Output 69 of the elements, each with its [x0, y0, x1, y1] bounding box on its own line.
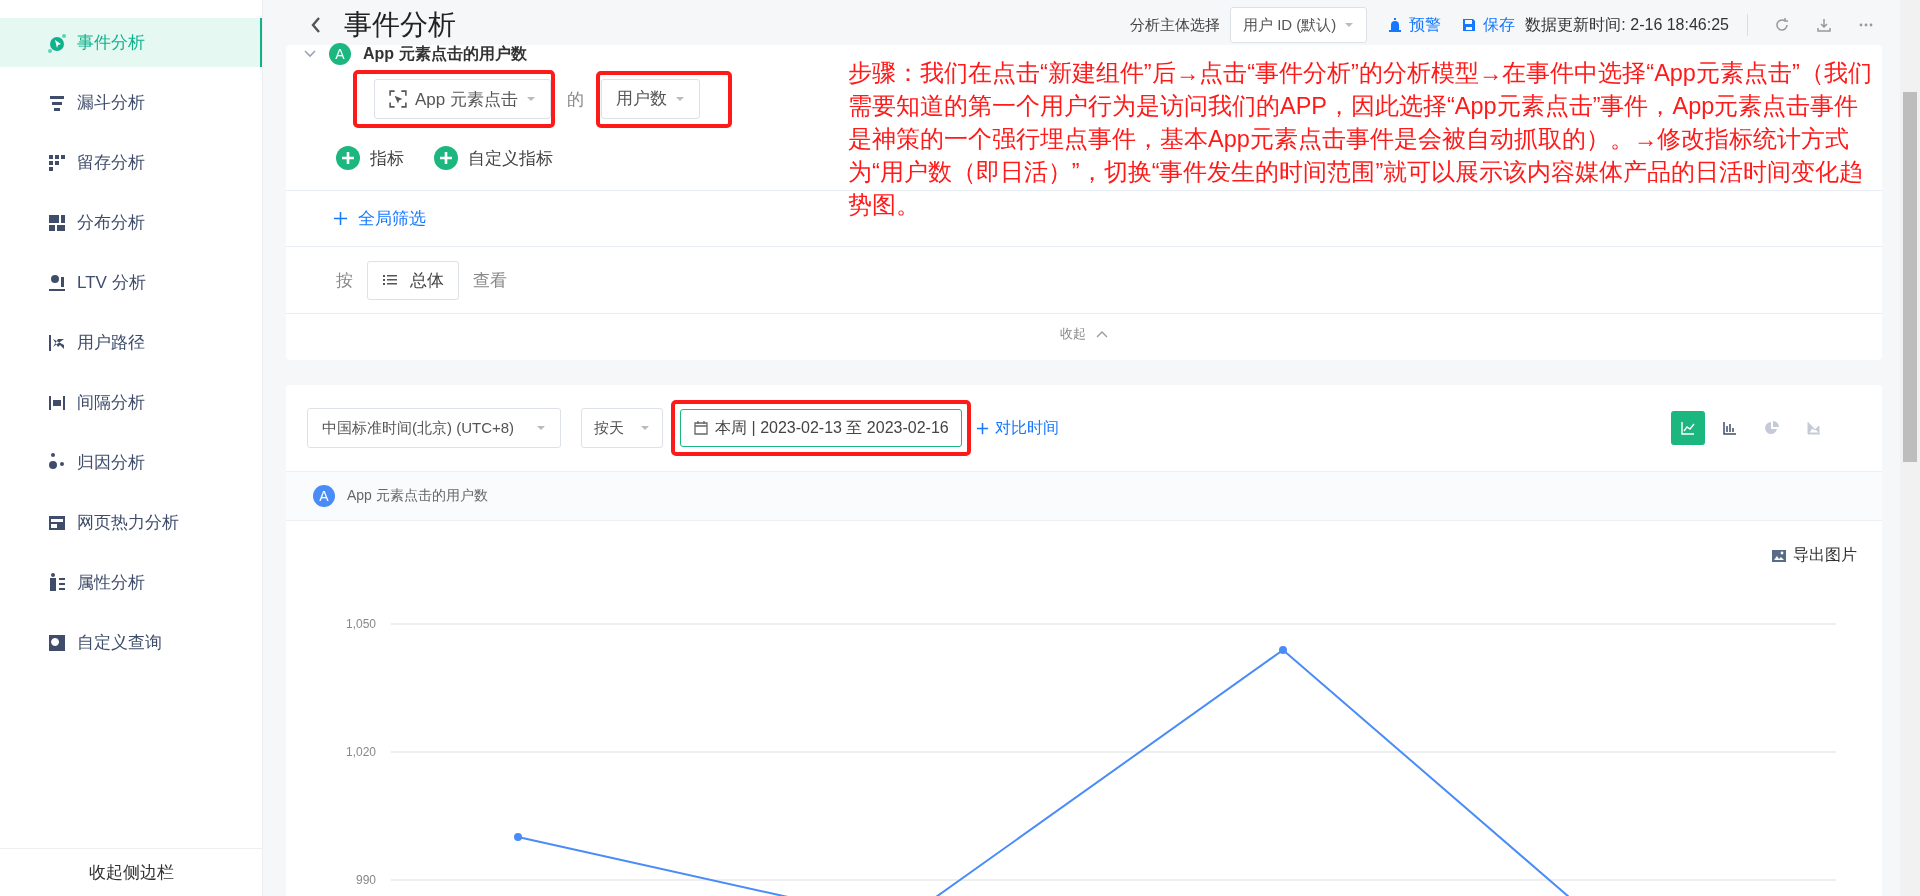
group-suffix: 查看: [473, 269, 507, 292]
download-icon[interactable]: [1816, 17, 1832, 33]
subject-select[interactable]: 用户 ID (默认): [1230, 7, 1368, 43]
caret-icon: [536, 425, 547, 431]
caret-icon: [1344, 22, 1355, 28]
timezone-select[interactable]: 中国标准时间(北京) (UTC+8): [307, 408, 562, 448]
series-label: App 元素点击的用户数: [347, 487, 488, 505]
global-filter-button[interactable]: 全局筛选: [333, 207, 426, 230]
caret-icon: [526, 96, 536, 102]
bar-chart-icon: [1722, 420, 1738, 436]
group-select[interactable]: 总体: [367, 260, 459, 300]
of-label: 的: [567, 88, 584, 111]
sidebar-item[interactable]: 间隔分析: [0, 378, 262, 427]
sidebar-item[interactable]: LTV 分析: [0, 258, 262, 307]
axis-label: 1,050: [345, 617, 376, 631]
collapse-sidebar-button[interactable]: 收起侧边栏: [0, 848, 262, 896]
line-chart-icon: [1680, 420, 1696, 436]
list-icon: [382, 272, 398, 288]
data-point: [1279, 646, 1287, 654]
refresh-icon[interactable]: [1774, 17, 1790, 33]
sidebar-item[interactable]: 自定义查询: [0, 618, 262, 667]
alarm-light-icon: [1387, 17, 1404, 33]
granularity-select[interactable]: 按天: [581, 408, 664, 448]
cursor-icon: [47, 32, 67, 53]
measure-select[interactable]: 用户数: [601, 78, 700, 119]
sidebar-item[interactable]: 用户路径: [0, 318, 262, 367]
area-chart-icon: [1806, 420, 1822, 436]
scrollbar[interactable]: [1900, 0, 1920, 896]
caret-icon: [640, 425, 651, 431]
update-time: 数据更新时间: 2-16 18:46:25: [1525, 14, 1729, 35]
plus-icon: [333, 211, 348, 226]
save-button[interactable]: 保存: [1461, 14, 1516, 36]
data-point: [514, 833, 522, 841]
collapse-button[interactable]: 收起: [1060, 325, 1108, 343]
image-icon: [1771, 547, 1787, 564]
save-icon: [1461, 17, 1478, 33]
sidebar-item[interactable]: 属性分析: [0, 558, 262, 607]
plus-icon: [974, 420, 990, 436]
add-metric-button[interactable]: 自定义指标: [434, 146, 553, 170]
sidebar-item[interactable]: 归因分析: [0, 438, 262, 487]
sidebar-item[interactable]: 漏斗分析: [0, 78, 262, 127]
chevron-up-icon: [1096, 330, 1108, 338]
line-chart-button[interactable]: [1671, 411, 1705, 445]
axis-label: 1,020: [345, 745, 376, 759]
axis-label: 990: [355, 873, 376, 887]
alert-button[interactable]: 预警: [1387, 14, 1442, 36]
subject-label: 分析主体选择: [1130, 15, 1221, 35]
add-metric-button[interactable]: 指标: [336, 146, 404, 170]
sidebar-item[interactable]: 分布分析: [0, 198, 262, 247]
pie-chart-icon: [1764, 420, 1780, 436]
cursor-icon: [389, 90, 407, 108]
chevron-down-icon[interactable]: [303, 49, 317, 59]
compare-time-button[interactable]: 对比时间: [974, 417, 1059, 439]
annotation-text: 步骤：我们在点击“新建组件”后→点击“事件分析”的分析模型→在事件中选择“App元素点击”（我们需要知道的第一个用户行为是访问我们的APP，因此选择“App元素点击”事件，App元素点击事件是神策的一个强行埋点事件，基本App元素点击事件是会被自动抓取的）。→修改指标统计方式为“用户数（即日活）”，切换“事件发生的时间范围”就可以展示该内容媒体产品的日活时间变化趋势图。: [848, 59, 1873, 220]
caret-icon: [675, 95, 685, 102]
metric-title: App 元素点击的用户数: [363, 43, 527, 64]
event-select[interactable]: App 元素点击: [374, 79, 551, 119]
plus-icon: [336, 146, 360, 170]
sidebar-item[interactable]: 网页热力分析: [0, 498, 262, 547]
series-badge: A: [313, 485, 335, 507]
page-title: 事件分析: [344, 8, 456, 42]
sidebar-item[interactable]: 留存分析: [0, 138, 262, 187]
metric-badge: A: [329, 43, 351, 65]
plus-icon: [434, 146, 458, 170]
back-icon[interactable]: [310, 15, 322, 35]
export-image-button[interactable]: 导出图片: [1771, 545, 1857, 566]
group-prefix: 按: [336, 269, 353, 292]
date-range-picker[interactable]: 本周 | 2023-02-13 至 2023-02-16: [680, 409, 962, 447]
calendar-icon: [693, 420, 710, 436]
